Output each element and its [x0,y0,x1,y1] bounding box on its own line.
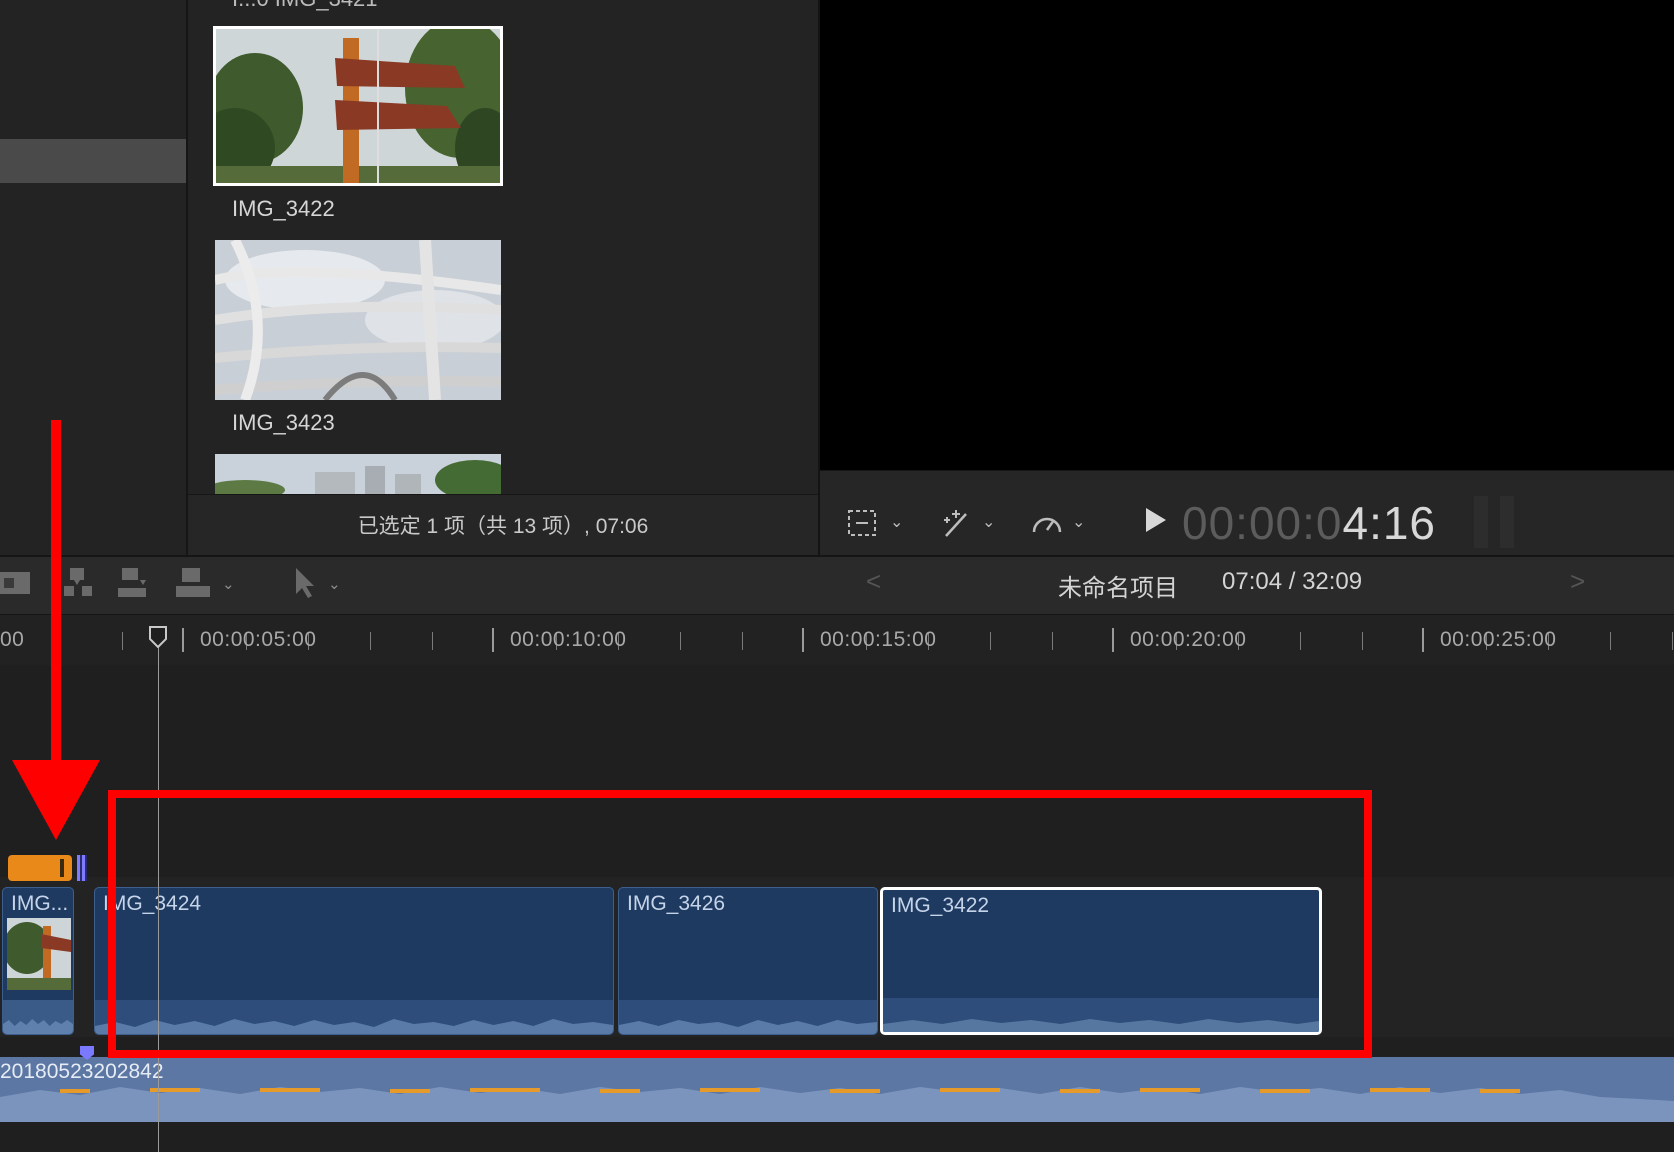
audio-meter-right[interactable] [1500,496,1514,548]
project-name: 未命名项目 [1058,575,1178,602]
browser-status-bar: 已选定 1 项（共 13 项）, 07:06 [188,494,818,555]
ruler-minor-tick [990,632,991,650]
transition-marker[interactable] [77,855,87,881]
play-icon[interactable] [1146,508,1166,532]
ruler-minor-tick [370,632,371,650]
audio-meter-left[interactable] [1474,496,1488,548]
ruler-minor-tick [1672,632,1673,650]
annotation-highlight-box [108,790,1372,1058]
ruler-major-tick [182,628,184,652]
playhead-handle-icon[interactable] [149,626,167,648]
chevron-down-icon[interactable]: ⌄ [222,575,235,593]
ruler-minor-tick [742,632,743,650]
clip-filmstrip-thumbnail [7,918,71,990]
ruler-label: 00:00:05:00 [200,628,317,651]
clip-label: IMG... [11,892,69,915]
crop-transform-icon[interactable] [846,508,878,538]
timecode-value: 4:16 [1342,497,1437,549]
playhead-timecode[interactable]: 00:00:04:16 [1182,496,1436,550]
ruler-label: 00:00:10:00 [510,628,627,651]
audio-waveform [0,1057,1674,1122]
select-arrow-tool-icon[interactable] [290,566,324,598]
audio-clip[interactable] [0,1057,1674,1122]
ruler-minor-tick [1052,632,1053,650]
browser-thumbnail-img-3423[interactable] [215,240,501,400]
ruler-major-tick [492,628,494,652]
timeline-history-back[interactable]: < [866,566,881,597]
ruler-label: 00:00:15:00 [820,628,937,651]
selection-status-text: 已选定 1 项（共 13 项）, 07:06 [357,515,649,538]
browser-thumbnail-partial[interactable] [215,454,501,494]
ruler-minor-tick [1610,632,1611,650]
ruler-label: 00:00:25:00 [1440,628,1557,651]
thumbnail-label: IMG_3423 [232,410,335,435]
ruler-label: 00:00:20:00 [1130,628,1247,651]
ruler-minor-tick [122,632,123,650]
ruler-minor-tick [1300,632,1301,650]
clipped-thumbnail-labels: I...0 IMG_3421 [232,0,378,12]
timeline-history-forward[interactable]: > [1570,566,1585,597]
timeline-toolbar [0,555,1674,615]
chevron-down-icon[interactable]: ⌄ [328,575,341,593]
clip-audio-waveform [3,1000,73,1034]
connect-clip-icon[interactable] [116,566,150,598]
timecode-leading: 00:00:0 [1182,497,1343,549]
magic-enhance-icon[interactable] [940,506,974,540]
project-duration: 07:04 / 32:09 [1222,568,1363,595]
annotation-arrow-icon [12,420,100,840]
ruler-minor-tick [432,632,433,650]
connected-clip-handle[interactable] [60,859,64,877]
thumbnail-label: IMG_3422 [232,196,335,221]
viewer-canvas [820,0,1674,470]
ruler-major-tick [1112,628,1114,652]
ruler-minor-tick [1362,632,1363,650]
sidebar-selected-row[interactable] [0,139,186,183]
ruler-major-tick [1422,628,1424,652]
chevron-down-icon[interactable]: ⌄ [982,512,995,532]
chevron-down-icon[interactable]: ⌄ [1072,512,1085,532]
overwrite-clip-icon[interactable] [176,566,210,598]
timeline-clip[interactable]: IMG... [2,887,74,1035]
chevron-down-icon[interactable]: ⌄ [890,512,903,532]
browser-thumbnail-img-3422[interactable] [213,26,503,186]
media-browser: I...0 IMG_3421 IMG_3422 [188,0,818,494]
audio-clip-label: 20180523202842 [0,1060,164,1083]
speed-retime-icon[interactable] [1030,508,1064,538]
ruler-major-tick [802,628,804,652]
ruler-minor-tick [680,632,681,650]
